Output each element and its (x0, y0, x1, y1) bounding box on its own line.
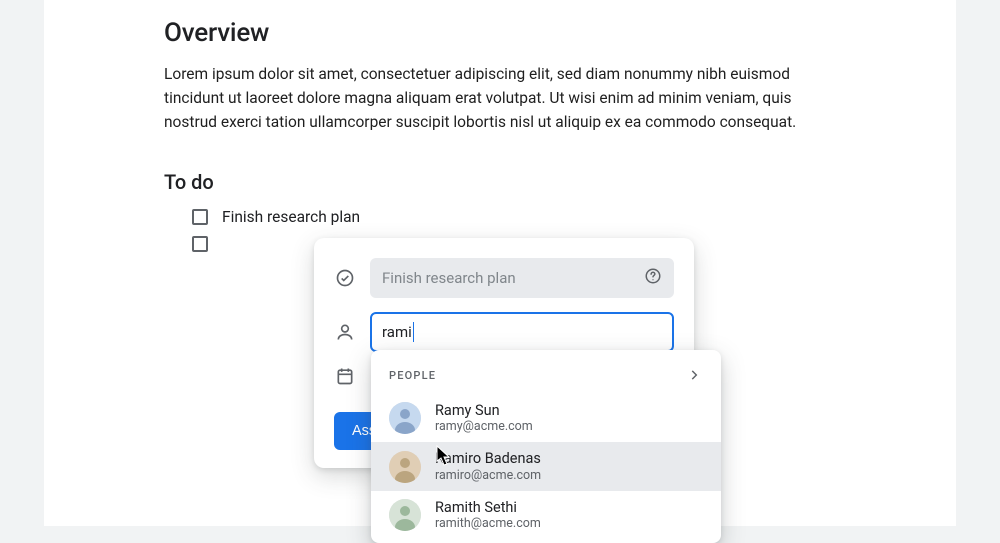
people-suggestion-text: Ramy Sun ramy@acme.com (435, 402, 533, 434)
avatar (389, 402, 421, 434)
people-suggestion[interactable]: Ramith Sethi ramith@acme.com (371, 491, 721, 539)
people-header-label: PEOPLE (389, 369, 436, 382)
task-title-input[interactable]: Finish research plan (370, 258, 674, 298)
person-icon (334, 322, 356, 342)
people-dropdown-header: PEOPLE (371, 358, 721, 394)
todo-item-label: Finish research plan (222, 208, 360, 226)
text-cursor (413, 322, 414, 342)
overview-heading: Overview (164, 18, 836, 48)
people-suggestion-name: Ramy Sun (435, 402, 533, 419)
document-page: Overview Lorem ipsum dolor sit amet, con… (44, 0, 956, 526)
people-suggestion[interactable]: Ramy Sun ramy@acme.com (371, 394, 721, 442)
checkbox-icon[interactable] (192, 236, 208, 252)
chevron-right-icon[interactable] (685, 366, 703, 384)
task-assignee-row: rami (334, 312, 674, 352)
help-icon[interactable] (644, 267, 662, 289)
people-suggestion-email: ramy@acme.com (435, 419, 533, 434)
overview-body: Lorem ipsum dolor sit amet, consectetuer… (164, 62, 836, 134)
avatar (389, 451, 421, 483)
people-suggestion-name: Ramiro Badenas (435, 450, 541, 467)
assignee-input[interactable]: rami (370, 312, 674, 352)
people-suggestion-text: Ramiro Badenas ramiro@acme.com (435, 450, 541, 482)
calendar-icon[interactable] (334, 366, 356, 386)
task-title-placeholder: Finish research plan (382, 269, 516, 287)
people-suggestion-email: ramiro@acme.com (435, 468, 541, 483)
assignee-input-value: rami (382, 323, 412, 341)
check-circle-icon (334, 268, 356, 288)
people-suggestion-email: ramith@acme.com (435, 516, 541, 531)
avatar (389, 499, 421, 531)
checkbox-icon[interactable] (192, 209, 208, 225)
people-suggestion-text: Ramith Sethi ramith@acme.com (435, 499, 541, 531)
todo-item[interactable]: Finish research plan (192, 208, 836, 226)
people-suggestion-name: Ramith Sethi (435, 499, 541, 516)
task-title-row: Finish research plan (334, 258, 674, 298)
todo-heading: To do (164, 170, 836, 194)
people-suggestion[interactable]: Ramiro Badenas ramiro@acme.com (371, 442, 721, 490)
people-autocomplete-dropdown: PEOPLE Ramy Sun ramy@acme.com Ramiro Bad… (371, 350, 721, 543)
